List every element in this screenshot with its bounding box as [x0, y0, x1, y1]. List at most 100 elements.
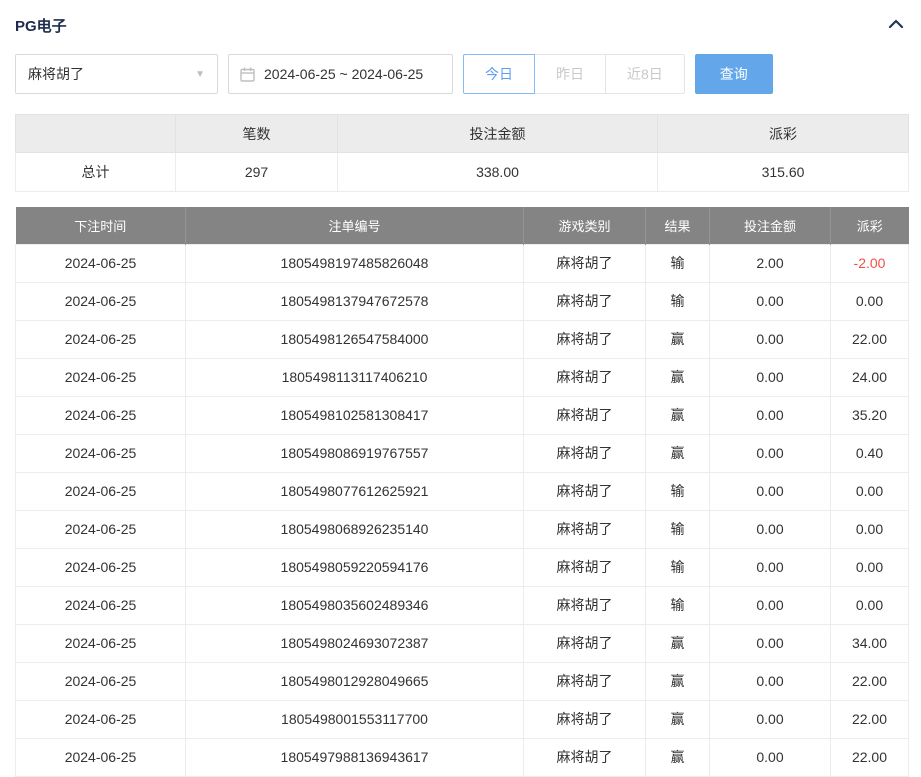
bet-id-cell: 1805498059220594176: [186, 548, 524, 586]
bet-table-header-cell: 派彩: [831, 207, 909, 244]
bet-table-header-cell: 结果: [646, 207, 710, 244]
quick-filter-button[interactable]: 近8日: [605, 54, 685, 94]
bet-time-cell: 2024-06-25: [16, 586, 186, 624]
bet-time-cell: 2024-06-25: [16, 396, 186, 434]
summary-value-cell: 总计: [16, 153, 176, 192]
summary-value-cell: 338.00: [338, 153, 658, 192]
payout-cell: 0.00: [831, 548, 909, 586]
date-range-picker[interactable]: 2024-06-25 ~ 2024-06-25: [228, 54, 453, 94]
bet-id-cell: 1805498012928049665: [186, 662, 524, 700]
bet-id-cell: 1805498113117406210: [186, 358, 524, 396]
result-cell: 赢: [646, 700, 710, 738]
bet-amount-cell: 0.00: [710, 320, 831, 358]
bet-table-header-cell: 注单编号: [186, 207, 524, 244]
bet-time-cell: 2024-06-25: [16, 358, 186, 396]
table-row: 2024-06-251805497988136943617麻将胡了赢0.0022…: [16, 738, 909, 776]
bet-time-cell: 2024-06-25: [16, 700, 186, 738]
summary-value-cell: 315.60: [658, 153, 909, 192]
bet-id-cell: 1805498035602489346: [186, 586, 524, 624]
game-select[interactable]: 麻将胡了 ▼: [15, 54, 218, 94]
table-row: 2024-06-251805498001553117700麻将胡了赢0.0022…: [16, 700, 909, 738]
page-title: PG电子: [15, 15, 67, 36]
result-cell: 赢: [646, 738, 710, 776]
bet-time-cell: 2024-06-25: [16, 244, 186, 282]
result-cell: 输: [646, 548, 710, 586]
search-button[interactable]: 查询: [695, 54, 773, 94]
payout-cell: 0.00: [831, 282, 909, 320]
bet-amount-cell: 0.00: [710, 548, 831, 586]
bet-amount-cell: 0.00: [710, 510, 831, 548]
calendar-icon: [240, 67, 255, 82]
game-type-cell: 麻将胡了: [524, 472, 646, 510]
summary-header-cell: 笔数: [176, 115, 338, 153]
bet-amount-cell: 0.00: [710, 396, 831, 434]
table-row: 2024-06-251805498059220594176麻将胡了输0.000.…: [16, 548, 909, 586]
chevron-up-icon: [888, 18, 904, 33]
table-row: 2024-06-251805498086919767557麻将胡了赢0.000.…: [16, 434, 909, 472]
bet-id-cell: 1805498126547584000: [186, 320, 524, 358]
summary-total-row: 总计297338.00315.60: [16, 153, 909, 192]
bet-table-header-cell: 游戏类别: [524, 207, 646, 244]
table-row: 2024-06-251805498137947672578麻将胡了输0.000.…: [16, 282, 909, 320]
bet-id-cell: 1805498024693072387: [186, 624, 524, 662]
payout-cell: 22.00: [831, 700, 909, 738]
result-cell: 输: [646, 586, 710, 624]
result-cell: 输: [646, 510, 710, 548]
summary-header-cell: 派彩: [658, 115, 909, 153]
pg-panel: PG电子 麻将胡了 ▼ 2024-06-25 ~ 2024-06-25 今日昨日…: [0, 0, 921, 777]
payout-cell: 0.00: [831, 510, 909, 548]
quick-filter-group: 今日昨日近8日: [463, 54, 685, 94]
bet-amount-cell: 0.00: [710, 624, 831, 662]
result-cell: 赢: [646, 434, 710, 472]
bet-id-cell: 1805498001553117700: [186, 700, 524, 738]
bet-amount-cell: 0.00: [710, 358, 831, 396]
bet-time-cell: 2024-06-25: [16, 434, 186, 472]
table-row: 2024-06-251805498024693072387麻将胡了赢0.0034…: [16, 624, 909, 662]
payout-cell: -2.00: [831, 244, 909, 282]
bet-id-cell: 1805498068926235140: [186, 510, 524, 548]
summary-header-row: 笔数投注金额派彩: [16, 115, 909, 153]
game-type-cell: 麻将胡了: [524, 586, 646, 624]
chevron-down-icon: ▼: [195, 69, 205, 80]
summary-header-cell: 投注金额: [338, 115, 658, 153]
bet-amount-cell: 0.00: [710, 472, 831, 510]
bet-time-cell: 2024-06-25: [16, 320, 186, 358]
game-type-cell: 麻将胡了: [524, 320, 646, 358]
bet-id-cell: 1805498086919767557: [186, 434, 524, 472]
bet-id-cell: 1805498137947672578: [186, 282, 524, 320]
quick-filter-button[interactable]: 今日: [463, 54, 535, 94]
summary-value-cell: 297: [176, 153, 338, 192]
bet-time-cell: 2024-06-25: [16, 282, 186, 320]
bet-time-cell: 2024-06-25: [16, 548, 186, 586]
bet-time-cell: 2024-06-25: [16, 624, 186, 662]
bet-table-header-cell: 下注时间: [16, 207, 186, 244]
result-cell: 输: [646, 472, 710, 510]
result-cell: 赢: [646, 662, 710, 700]
game-type-cell: 麻将胡了: [524, 510, 646, 548]
bet-amount-cell: 0.00: [710, 700, 831, 738]
bet-time-cell: 2024-06-25: [16, 472, 186, 510]
bet-amount-cell: 0.00: [710, 738, 831, 776]
bet-table-body: 2024-06-251805498197485826048麻将胡了输2.00-2…: [16, 244, 909, 776]
bet-id-cell: 1805498197485826048: [186, 244, 524, 282]
game-type-cell: 麻将胡了: [524, 662, 646, 700]
quick-filter-button[interactable]: 昨日: [534, 54, 606, 94]
table-row: 2024-06-251805498035602489346麻将胡了输0.000.…: [16, 586, 909, 624]
bet-id-cell: 1805498102581308417: [186, 396, 524, 434]
table-row: 2024-06-251805498197485826048麻将胡了输2.00-2…: [16, 244, 909, 282]
collapse-button[interactable]: [886, 16, 906, 35]
game-type-cell: 麻将胡了: [524, 700, 646, 738]
bet-time-cell: 2024-06-25: [16, 510, 186, 548]
table-row: 2024-06-251805498077612625921麻将胡了输0.000.…: [16, 472, 909, 510]
summary-header-cell: [16, 115, 176, 153]
game-type-cell: 麻将胡了: [524, 396, 646, 434]
game-type-cell: 麻将胡了: [524, 738, 646, 776]
summary-table: 笔数投注金额派彩 总计297338.00315.60: [15, 114, 909, 192]
payout-cell: 0.40: [831, 434, 909, 472]
bet-amount-cell: 0.00: [710, 282, 831, 320]
payout-cell: 22.00: [831, 662, 909, 700]
table-row: 2024-06-251805498068926235140麻将胡了输0.000.…: [16, 510, 909, 548]
bet-amount-cell: 0.00: [710, 586, 831, 624]
result-cell: 赢: [646, 396, 710, 434]
table-row: 2024-06-251805498102581308417麻将胡了赢0.0035…: [16, 396, 909, 434]
